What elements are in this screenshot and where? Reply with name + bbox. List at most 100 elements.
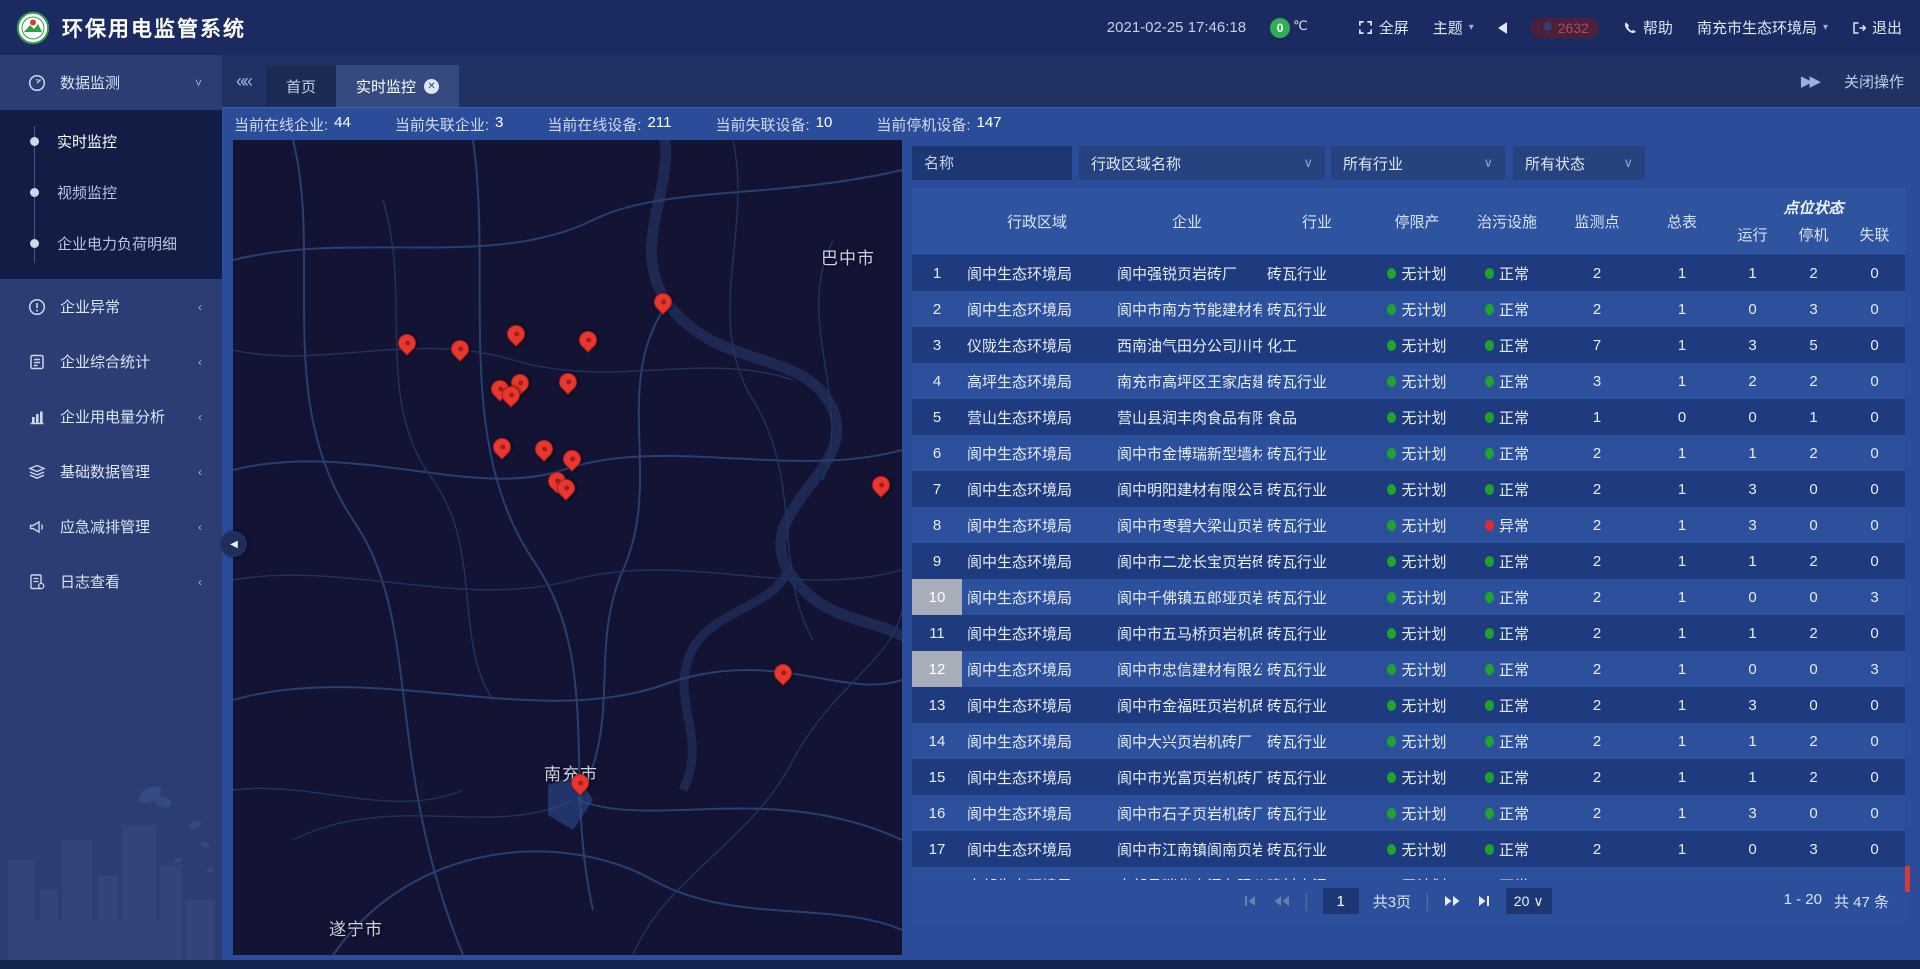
row-stopped: 1 [1783,409,1844,426]
org-menu[interactable]: 南充市生态环境局 ▾ [1697,17,1828,38]
name-filter-input[interactable] [912,146,1072,180]
sidebar-item-enterprise-stats[interactable]: 企业综合统计 ‹ [0,334,222,389]
tabs-scroll-left-icon[interactable]: «« [236,71,250,92]
table-row[interactable]: 13 阆中生态环境局 阆中市金福旺页岩机砖 砖瓦行业 无计划 正常 2 1 3 … [912,687,1905,723]
table-row[interactable]: 14 阆中生态环境局 阆中大兴页岩机砖厂 砖瓦行业 无计划 正常 2 1 1 2… [912,723,1905,759]
row-stop-status: 无计划 [1372,551,1462,572]
map-canvas[interactable]: 巴中市 南充市 遂宁市 [233,140,902,955]
pagination-bar: | 1 共3页 | 20 ∨ 1 - 20 共 47 条 [912,880,1905,922]
row-running: 1 [1722,553,1783,570]
next-page-button[interactable] [1444,894,1462,908]
status-dot-green [1387,808,1396,819]
status-dot-green [1387,304,1396,315]
table-row[interactable]: 11 阆中生态环境局 阆中市五马桥页岩机砖 砖瓦行业 无计划 正常 2 1 1 … [912,615,1905,651]
map-pin[interactable] [447,336,472,361]
notification-pill[interactable]: 2632 [1531,18,1599,38]
table-row[interactable]: 15 阆中生态环境局 阆中市光富页岩机砖厂 砖瓦行业 无计划 正常 2 1 1 … [912,759,1905,795]
page-size-select[interactable]: 20 ∨ [1506,888,1552,914]
temperature: 0 ℃ [1270,18,1308,38]
status-filter-select[interactable]: 所有状态 ∨ [1513,146,1645,180]
row-disconnected: 0 [1844,697,1905,714]
logout-button[interactable]: 退出 [1852,17,1902,38]
map-pin[interactable] [559,446,584,471]
map-pin[interactable] [555,369,580,394]
map-pin[interactable] [575,327,600,352]
row-industry: 砖瓦行业 [1262,263,1372,284]
sidebar-item-power-load-detail[interactable]: 企业电力负荷明细 [0,218,222,269]
layers-icon [28,463,46,481]
col-index [912,188,962,254]
row-facility-status: 正常 [1462,551,1552,572]
sidebar-item-video-monitor[interactable]: 视频监控 [0,167,222,218]
table-row[interactable]: 6 阆中生态环境局 阆中市金博瑞新型墙材 砖瓦行业 无计划 正常 2 1 1 2… [912,435,1905,471]
last-page-button[interactable] [1476,894,1492,908]
map-pin[interactable] [567,770,592,795]
region-filter-select[interactable]: 行政区域名称 ∨ [1079,146,1325,180]
map-pin[interactable] [503,321,528,346]
first-page-icon [1242,894,1258,908]
sidebar-item-log-view[interactable]: 日志查看 ‹ [0,554,222,609]
map-pin[interactable] [770,660,795,685]
row-company: 阆中市忠信建材有限公 [1112,659,1262,680]
table-row[interactable]: 10 阆中生态环境局 阆中千佛镇五郎垭页岩 砖瓦行业 无计划 正常 2 1 0 … [912,579,1905,615]
table-row[interactable]: 17 阆中生态环境局 阆中市江南镇阆南页岩 砖瓦行业 无计划 正常 2 1 0 … [912,831,1905,867]
row-index: 7 [912,471,962,507]
sidebar-item-enterprise-abnormal[interactable]: 企业异常 ‹ [0,279,222,334]
table-row[interactable]: 1 阆中生态环境局 阆中强锐页岩砖厂 砖瓦行业 无计划 正常 2 1 1 2 0 [912,255,1905,291]
row-stopped: 0 [1783,805,1844,822]
table-row[interactable]: 4 高坪生态环境局 南充市高坪区王家店建 砖瓦行业 无计划 正常 3 1 2 2… [912,363,1905,399]
table-row[interactable]: 9 阆中生态环境局 阆中市二龙长宝页岩砖 砖瓦行业 无计划 正常 2 1 1 2… [912,543,1905,579]
table-row[interactable]: 18 南部生态环境局 南部县瑞华水泥有限公 建材水泥 无计划 正常 6 0 0 … [912,867,1905,880]
row-stopped: 2 [1783,769,1844,786]
row-monitor-points: 2 [1552,265,1642,282]
row-disconnected: 3 [1844,589,1905,606]
table-row[interactable]: 12 阆中生态环境局 阆中市忠信建材有限公 砖瓦行业 无计划 正常 2 1 0 … [912,651,1905,687]
row-stop-status: 无计划 [1372,515,1462,536]
table-row[interactable]: 3 仪陇生态环境局 西南油气田分公司川中 化工 无计划 正常 7 1 3 5 0 [912,327,1905,363]
row-monitor-points: 2 [1552,697,1642,714]
collapse-sidebar-button[interactable]: ◀ [221,531,247,557]
industry-filter-select[interactable]: 所有行业 ∨ [1331,146,1505,180]
tabs-scroll-right-icon[interactable]: ▶▶ [1801,72,1818,90]
table-row[interactable]: 7 阆中生态环境局 阆中明阳建材有限公司 砖瓦行业 无计划 正常 2 1 3 0… [912,471,1905,507]
help-button[interactable]: 帮助 [1623,17,1673,38]
fullscreen-button[interactable]: 全屏 [1358,17,1409,38]
table-row[interactable]: 5 营山生态环境局 营山县润丰肉食品有限 食品 无计划 正常 1 0 0 1 0 [912,399,1905,435]
close-tab-icon[interactable]: ✕ [424,79,439,94]
map-pin[interactable] [489,434,514,459]
sidebar-item-base-data[interactable]: 基础数据管理 ‹ [0,444,222,499]
row-monitor-points: 2 [1552,841,1642,858]
table-row[interactable]: 2 阆中生态环境局 阆中市南方节能建材有 砖瓦行业 无计划 正常 2 1 0 3… [912,291,1905,327]
row-total-meter: 1 [1642,661,1722,678]
first-page-button[interactable] [1242,894,1258,908]
map-pins [233,140,902,955]
map-pin[interactable] [531,436,556,461]
row-total-meter: 1 [1642,589,1722,606]
row-index: 8 [912,507,962,543]
col-pollution-facility: 治污设施 [1462,188,1552,254]
sidebar-item-data-monitor[interactable]: 数据监测 ˅ [0,55,222,110]
row-disconnected: 0 [1844,337,1905,354]
row-company: 阆中市南方节能建材有 [1112,299,1262,320]
theme-button[interactable]: 主题 ▾ [1433,17,1474,38]
sidebar-item-power-analysis[interactable]: 企业用电量分析 ‹ [0,389,222,444]
row-industry: 砖瓦行业 [1262,299,1372,320]
row-disconnected: 0 [1844,733,1905,750]
row-facility-status: 正常 [1462,407,1552,428]
current-page-input[interactable]: 1 [1323,888,1359,914]
tab-home[interactable]: 首页 [266,65,336,107]
row-company: 西南油气田分公司川中 [1112,335,1262,356]
map-pin[interactable] [650,289,675,314]
table-row[interactable]: 16 阆中生态环境局 阆中市石子页岩机砖厂 砖瓦行业 无计划 正常 2 1 3 … [912,795,1905,831]
sidebar-item-realtime-monitor[interactable]: 实时监控 [0,116,222,167]
sound-mute-button[interactable] [1498,22,1507,34]
facility-status-dot [1485,664,1494,675]
tab-realtime-monitor[interactable]: 实时监控 ✕ [336,65,459,107]
status-dot-green [1387,484,1396,495]
table-row[interactable]: 8 阆中生态环境局 阆中市枣碧大梁山页岩 砖瓦行业 无计划 异常 2 1 3 0… [912,507,1905,543]
map-pin[interactable] [868,472,893,497]
prev-page-button[interactable] [1272,894,1290,908]
map-pin[interactable] [394,330,419,355]
close-operations-button[interactable]: 关闭操作 [1844,71,1904,92]
sidebar-item-emergency-reduction[interactable]: 应急减排管理 ‹ [0,499,222,554]
